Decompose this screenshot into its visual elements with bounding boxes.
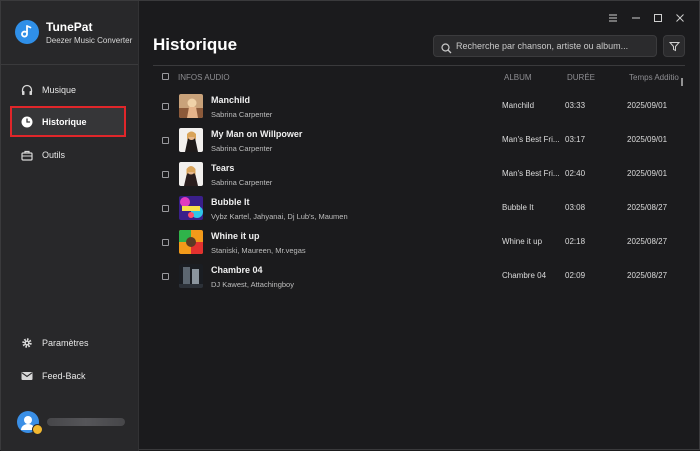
track-added-date: 2025/09/01	[627, 101, 668, 110]
sidebar-item-label: Musique	[42, 84, 77, 95]
main-panel: Historique INFOS AUDIO ALBUM DURÉE Temps…	[139, 1, 700, 451]
toolbox-icon	[20, 148, 33, 161]
table-row[interactable]: Tears Sabrina Carpenter Man's Best Fri..…	[139, 162, 700, 197]
track-artist: Sabrina Carpenter	[211, 178, 273, 187]
table-row[interactable]: Bubble It Vybz Kartel, Jahyanai, Dj Lub'…	[139, 196, 700, 231]
track-artist: Vybz Kartel, Jahyanai, Dj Lub's, Maumen	[211, 212, 348, 221]
table-row[interactable]: Manchild Sabrina Carpenter Manchild 03:3…	[139, 94, 700, 129]
user-name-redacted[interactable]	[47, 418, 125, 426]
track-album: Chambre 04	[502, 271, 547, 280]
track-title: Whine it up	[211, 231, 260, 241]
table-row[interactable]: Chambre 04 DJ Kawest, Attachingboy Chamb…	[139, 264, 700, 299]
scroll-handle[interactable]	[680, 73, 684, 86]
header-divider	[153, 65, 685, 66]
sidebar-item-outils[interactable]: Outils	[10, 139, 126, 170]
column-header-duration[interactable]: DURÉE	[567, 73, 595, 82]
track-album: Man's Best Fri...	[502, 169, 560, 178]
sidebar: TunePat Deezer Music Converter Musique H…	[1, 1, 139, 451]
column-header-info[interactable]: INFOS AUDIO	[178, 73, 230, 82]
premium-badge-icon	[32, 424, 43, 435]
track-artist: Staniski, Maureen, Mr.vegas	[211, 246, 306, 255]
column-header-album[interactable]: ALBUM	[504, 73, 532, 82]
search-icon	[441, 41, 452, 53]
track-title: Chambre 04	[211, 265, 263, 275]
track-added-date: 2025/08/27	[627, 203, 668, 212]
track-title: Tears	[211, 163, 235, 173]
row-checkbox[interactable]	[162, 137, 169, 144]
sidebar-divider	[1, 64, 138, 65]
track-duration: 03:33	[565, 101, 586, 110]
headphones-icon	[20, 83, 33, 96]
row-checkbox[interactable]	[162, 103, 169, 110]
track-duration: 02:40	[565, 169, 586, 178]
clock-icon	[20, 115, 33, 128]
app-name: TunePat	[46, 20, 93, 34]
row-checkbox[interactable]	[162, 239, 169, 246]
album-cover	[179, 230, 203, 254]
app-window: TunePat Deezer Music Converter Musique H…	[0, 0, 700, 451]
track-added-date: 2025/09/01	[627, 135, 668, 144]
select-all-checkbox[interactable]	[162, 73, 169, 80]
sidebar-item-label: Outils	[42, 149, 66, 160]
sidebar-item-label: Paramètres	[42, 337, 89, 348]
sidebar-item-feedback[interactable]: Feed-Back	[10, 360, 126, 391]
track-artist: Sabrina Carpenter	[211, 144, 273, 153]
search-input[interactable]	[456, 41, 651, 51]
page-title: Historique	[153, 35, 238, 54]
row-checkbox[interactable]	[162, 273, 169, 280]
row-checkbox[interactable]	[162, 205, 169, 212]
column-header-added[interactable]: Temps Addition...	[629, 73, 679, 82]
row-checkbox[interactable]	[162, 171, 169, 178]
track-artist: Sabrina Carpenter	[211, 110, 273, 119]
album-cover	[179, 162, 203, 186]
close-icon[interactable]	[673, 13, 687, 26]
track-added-date: 2025/08/27	[627, 271, 668, 280]
track-duration: 03:08	[565, 203, 586, 212]
sidebar-item-parametres[interactable]: Paramètres	[10, 327, 126, 358]
track-duration: 02:09	[565, 271, 586, 280]
filter-icon	[668, 41, 680, 51]
mail-icon	[20, 369, 33, 382]
sidebar-item-label: Feed-Back	[42, 370, 86, 381]
track-added-date: 2025/08/27	[627, 237, 668, 246]
sidebar-item-label: Historique	[42, 116, 87, 127]
table-row[interactable]: Whine it up Staniski, Maureen, Mr.vegas …	[139, 230, 700, 265]
track-duration: 03:17	[565, 135, 586, 144]
album-cover	[179, 94, 203, 118]
album-cover	[179, 196, 203, 220]
album-cover	[179, 128, 203, 152]
album-cover	[179, 264, 203, 288]
track-album: Whine it up	[502, 237, 543, 246]
track-artist: DJ Kawest, Attachingboy	[211, 280, 294, 289]
sidebar-item-musique[interactable]: Musique	[10, 74, 126, 105]
gear-icon	[20, 336, 33, 349]
table-row[interactable]: My Man on Willpower Sabrina Carpenter Ma…	[139, 128, 700, 163]
track-title: Manchild	[211, 95, 251, 105]
track-added-date: 2025/09/01	[627, 169, 668, 178]
search-box[interactable]	[433, 35, 657, 57]
sidebar-item-historique[interactable]: Historique	[10, 106, 126, 137]
filter-button[interactable]	[663, 35, 685, 57]
menu-icon[interactable]	[606, 13, 620, 26]
maximize-icon[interactable]	[651, 13, 665, 26]
app-subtitle: Deezer Music Converter	[46, 36, 133, 45]
track-duration: 02:18	[565, 237, 586, 246]
track-album: Manchild	[502, 101, 535, 110]
track-album: Man's Best Fri...	[502, 135, 560, 144]
track-album: Bubble It	[502, 203, 534, 212]
minimize-icon[interactable]	[629, 13, 643, 26]
app-logo-icon	[15, 20, 39, 44]
track-title: Bubble It	[211, 197, 250, 207]
track-title: My Man on Willpower	[211, 129, 303, 139]
